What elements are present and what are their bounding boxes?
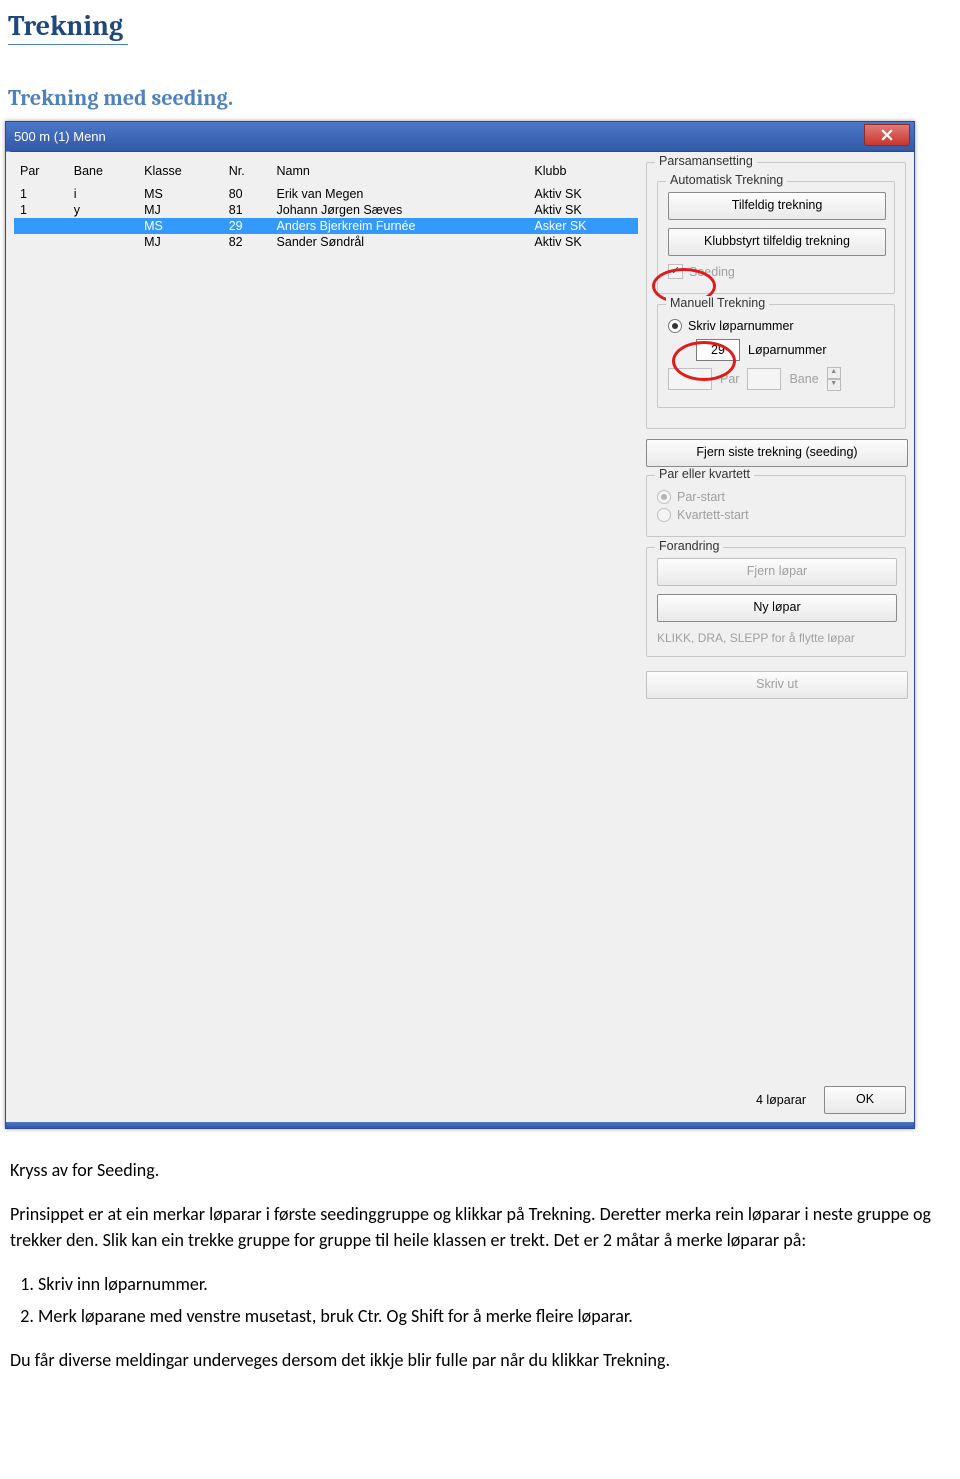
table-row[interactable]: 1yMJ81Johann Jørgen SævesAktiv SK [14,202,638,218]
doc-subtitle: Trekning med seeding. [8,85,960,111]
loparnummer-input[interactable] [696,339,740,361]
body-li2: Merk løparane med venstre musetast, bruk… [38,1303,948,1329]
cell-nr: 82 [223,234,271,250]
cell-namn: Erik van Megen [271,186,529,202]
col-par: Par [14,162,68,186]
bane-spinner: ▲▼ [827,367,841,391]
klubbstyrt-trekning-button[interactable]: Klubbstyrt tilfeldig trekning [668,228,886,256]
body-p3: Du får diverse meldingar underveges ders… [10,1347,948,1373]
col-bane: Bane [68,162,138,186]
close-icon [881,129,893,141]
table-row[interactable]: MJ82Sander SøndrålAktiv SK [14,234,638,250]
automatisk-trekning-group: Automatisk Trekning Tilfeldig trekning K… [657,181,895,294]
par-start-radio: Par-start [657,490,895,504]
forandring-help-text: KLIKK, DRA, SLEPP for å flytte løpar [657,630,895,646]
cell-klasse: MJ [138,202,223,218]
body-p1: Kryss av for Seeding. [10,1157,948,1183]
cell-par [14,234,68,250]
runners-table[interactable]: Par Bane Klasse Nr. Namn Klubb 1iMS80Eri… [14,162,638,250]
par-input [668,368,712,390]
window-title: 500 m (1) Menn [14,129,106,144]
par-start-label: Par-start [677,490,725,504]
manuell-trekning-group: Manuell Trekning Skriv løparnummer Løpar… [657,304,895,408]
ok-button[interactable]: OK [824,1086,906,1114]
body-p2: Prinsippet er at ein merkar løparar i fø… [10,1201,948,1253]
fjern-lopar-button: Fjern løpar [657,558,897,586]
window-bottom-border [6,1122,914,1128]
cell-par: 1 [14,202,68,218]
lopar-count: 4 løparar [756,1093,806,1107]
cell-klasse: MS [138,218,223,234]
seeding-label: Seeding [689,265,735,279]
ny-lopar-button[interactable]: Ny løpar [657,594,897,622]
cell-klubb: Aktiv SK [528,202,638,218]
cell-bane [68,218,138,234]
cell-nr: 81 [223,202,271,218]
cell-bane: i [68,186,138,202]
seeding-checkbox[interactable] [668,264,683,279]
cell-klubb: Aktiv SK [528,186,638,202]
loparnummer-label: Løparnummer [748,343,827,357]
skriv-loparnummer-radio[interactable]: Skriv løparnummer [668,319,884,333]
cell-namn: Sander Søndrål [271,234,529,250]
cell-namn: Johann Jørgen Sæves [271,202,529,218]
cell-nr: 29 [223,218,271,234]
col-klubb: Klubb [528,162,638,186]
table-row[interactable]: MS29Anders Bjerkreim FurnéeAsker SK [14,218,638,234]
parsamansetting-legend: Parsamansetting [655,154,757,168]
par-eller-legend: Par eller kvartett [655,467,754,481]
tilfeldig-trekning-button[interactable]: Tilfeldig trekning [668,192,886,220]
table-row[interactable]: 1iMS80Erik van MegenAktiv SK [14,186,638,202]
cell-namn: Anders Bjerkreim Furnée [271,218,529,234]
bane-label: Bane [789,372,818,386]
cell-klubb: Aktiv SK [528,234,638,250]
skriv-ut-button: Skriv ut [646,671,908,699]
cell-bane: y [68,202,138,218]
radio-indicator [657,490,671,504]
cell-nr: 80 [223,186,271,202]
skriv-loparnummer-label: Skriv løparnummer [688,319,794,333]
cell-par [14,218,68,234]
bane-input [747,368,781,390]
parsamansetting-group: Parsamansetting Automatisk Trekning Tilf… [646,162,906,429]
fjern-siste-trekning-button[interactable]: Fjern siste trekning (seeding) [646,439,908,467]
close-button[interactable] [864,124,910,146]
radio-indicator [657,508,671,522]
forandring-legend: Forandring [655,539,723,553]
body-li1: Skriv inn løparnummer. [38,1271,948,1297]
col-namn: Namn [271,162,529,186]
par-label: Par [720,372,739,386]
cell-klasse: MS [138,186,223,202]
kvartett-start-label: Kvartett-start [677,508,749,522]
kvartett-start-radio: Kvartett-start [657,508,895,522]
par-eller-kvartett-group: Par eller kvartett Par-start Kvartett-st… [646,475,906,537]
forandring-group: Forandring Fjern løpar Ny løpar KLIKK, D… [646,547,906,657]
doc-title: Trekning [8,10,128,45]
manuell-legend: Manuell Trekning [666,296,769,310]
dialog-window: 500 m (1) Menn Par Bane Klasse Nr. Namn [5,121,915,1129]
titlebar: 500 m (1) Menn [6,122,914,152]
automatisk-legend: Automatisk Trekning [666,173,787,187]
cell-bane [68,234,138,250]
cell-klasse: MJ [138,234,223,250]
radio-indicator [668,319,682,333]
cell-klubb: Asker SK [528,218,638,234]
seeding-checkbox-row[interactable]: Seeding [668,264,884,279]
cell-par: 1 [14,186,68,202]
col-nr: Nr. [223,162,271,186]
col-klasse: Klasse [138,162,223,186]
